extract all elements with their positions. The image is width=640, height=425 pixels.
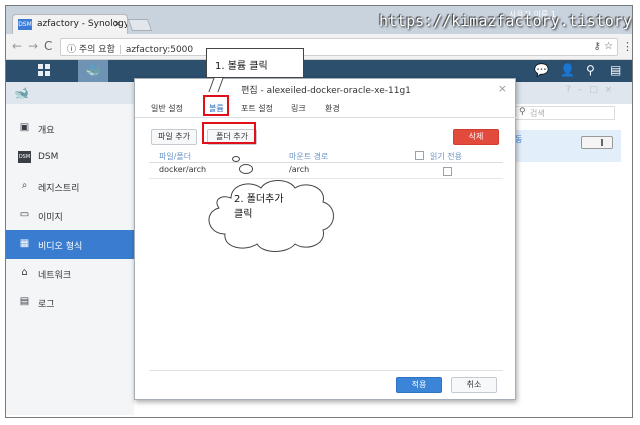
dsm-favicon-icon: DSM — [18, 19, 32, 30]
delete-button[interactable]: 삭제 — [453, 129, 499, 145]
row-read-only-checkbox[interactable] — [443, 167, 452, 176]
row-mount-path: /arch — [289, 165, 310, 174]
sidebar-item-label: 로그 — [38, 300, 55, 310]
cancel-button[interactable]: 취소 — [451, 377, 497, 393]
address-bar: ← → C ⓘ 주의 요함 | azfactory:5000 ⚷ ☆ ⋮ — [6, 34, 632, 60]
tab-links[interactable]: 링크 — [291, 103, 306, 114]
step2-callout-text: 2. 폴더추가 클릭 — [234, 194, 284, 220]
sidebar-item-label: 레지스트리 — [38, 184, 80, 194]
sidebar-item-label: DSM — [38, 152, 59, 162]
sidebar-item-label: 비디오 형식 — [38, 242, 83, 252]
tab-port-settings[interactable]: 포트 설정 — [241, 103, 273, 114]
container-toggle[interactable] — [581, 136, 613, 149]
sidebar-item-log[interactable]: ▤ 로그 — [6, 288, 134, 317]
step1-callout: 1. 볼륨 클릭 — [206, 48, 304, 78]
security-status: 주의 요함 — [78, 45, 115, 55]
sidebar-item-label: 개요 — [38, 126, 55, 136]
sidebar-item-label: 이미지 — [38, 213, 63, 223]
browser-menu-icon[interactable]: ⋮ — [622, 40, 632, 53]
log-icon: ▤ — [19, 296, 30, 307]
forward-icon[interactable]: → — [28, 39, 38, 53]
browser-tab[interactable]: DSM azfactory - Synology Di × — [12, 14, 128, 34]
user-icon[interactable]: 👤 — [560, 63, 575, 77]
thought-bubble-small — [232, 156, 240, 162]
dsm-icon: DSM — [18, 151, 31, 163]
image-icon: ▭ — [19, 209, 30, 220]
column-file-folder: 파일/폴더 — [159, 152, 192, 161]
url-text: azfactory:5000 — [125, 45, 194, 55]
column-read-only: 읽기 전용 — [430, 152, 462, 161]
network-icon: ⌂ — [21, 267, 28, 278]
sidebar-item-container[interactable]: ▦ 비디오 형식 — [6, 230, 134, 259]
volume-table-header: 파일/폴더 마운트 경로 읽기 전용 — [149, 149, 503, 163]
table-row[interactable]: docker/arch /arch — [149, 163, 503, 179]
sidebar-item-dsm[interactable]: DSM DSM — [6, 143, 134, 172]
url-input[interactable]: ⓘ 주의 요함 | azfactory:5000 ⚷ ☆ — [60, 38, 618, 56]
sidebar-item-label: 네트워크 — [38, 271, 72, 281]
dialog-tabs: 일반 설정 볼륨 포트 설정 링크 환경 — [135, 101, 517, 118]
new-tab-button[interactable] — [127, 19, 153, 31]
add-file-button[interactable]: 파일 추가 — [151, 129, 197, 145]
dialog-footer-divider — [149, 370, 503, 371]
key-icon[interactable]: ⚷ — [594, 41, 601, 52]
tab-environment[interactable]: 환경 — [325, 103, 340, 114]
search-icon[interactable]: ⚲ — [586, 63, 595, 77]
notification-icon[interactable]: 💬 — [534, 63, 549, 77]
omnibox-icons: ⚷ ☆ — [594, 41, 613, 52]
dialog-title: 편집 - alexeiled-docker-oracle-xe-11g1 — [241, 86, 411, 96]
back-icon[interactable]: ← — [12, 39, 22, 53]
blog-watermark: https://kimazfactory.tistory.com — [379, 12, 632, 30]
tab-general[interactable]: 일반 설정 — [151, 103, 183, 114]
sidebar: ▣ 개요 DSM DSM ⌕ 레지스트리 ▭ 이미지 ▦ 비디오 형식 ⌂ 네트… — [6, 104, 134, 415]
thought-bubble-medium — [239, 164, 253, 174]
container-status-text: 동 — [515, 135, 523, 144]
row-file-folder: docker/arch — [159, 165, 207, 174]
tab-close-icon[interactable]: × — [113, 17, 122, 30]
column-mount-path: 마운트 경로 — [289, 152, 329, 161]
container-row[interactable]: 동 — [511, 130, 621, 162]
main-menu-icon[interactable] — [38, 64, 50, 76]
sidebar-item-registry[interactable]: ⌕ 레지스트리 — [6, 172, 134, 201]
registry-icon: ⌕ — [21, 180, 28, 191]
sidebar-item-network[interactable]: ⌂ 네트워크 — [6, 259, 134, 288]
docker-taskbar-icon[interactable]: 🐳 — [78, 60, 108, 82]
volume-tab-highlight — [203, 95, 229, 116]
widgets-icon[interactable]: ▤ — [610, 63, 621, 77]
sidebar-item-overview[interactable]: ▣ 개요 — [6, 114, 134, 143]
star-icon[interactable]: ☆ — [604, 41, 613, 52]
container-icon: ▦ — [19, 238, 30, 249]
sidebar-item-image[interactable]: ▭ 이미지 — [6, 201, 134, 230]
apply-button[interactable]: 적용 — [396, 377, 442, 393]
dialog-close-icon[interactable]: × — [498, 82, 507, 95]
window-controls[interactable]: ?–□× — [566, 85, 619, 95]
overview-icon: ▣ — [19, 122, 30, 133]
reload-icon[interactable]: C — [44, 39, 52, 53]
add-folder-highlight — [202, 122, 256, 144]
docker-logo-icon: 🐋 — [14, 86, 29, 100]
read-only-all-checkbox[interactable] — [415, 151, 424, 160]
container-search-input[interactable]: 검색 — [515, 106, 615, 120]
browser-window: DSM azfactory - Synology Di × 사용자 이름 1 ←… — [5, 5, 633, 418]
info-icon: ⓘ — [67, 45, 77, 55]
